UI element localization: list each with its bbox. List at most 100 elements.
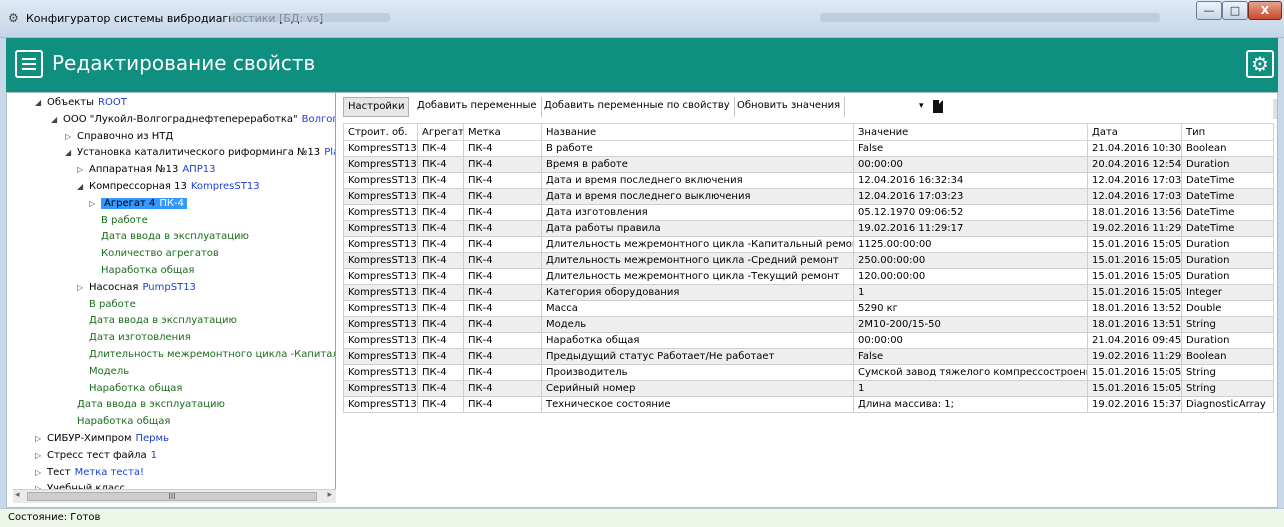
tree-node-content[interactable]: Дата изготовления (89, 332, 191, 343)
table-cell[interactable]: KompresST13 (343, 172, 418, 189)
table-cell[interactable]: Серийный номер (541, 380, 854, 397)
table-cell[interactable]: 21.04.2016 09:45:15 (1087, 332, 1182, 349)
table-cell[interactable]: ПК-4 (417, 252, 464, 269)
table-cell[interactable]: 21.04.2016 10:30:40 (1087, 140, 1182, 157)
tree-node-content[interactable]: Дата ввода в эксплуатацию (77, 399, 225, 410)
table-cell[interactable]: Предыдущий статус Работает/Не работает (541, 348, 854, 365)
table-cell[interactable]: Дата изготовления (541, 204, 854, 221)
table-cell[interactable]: ПК-4 (463, 284, 542, 301)
table-cell[interactable]: KompresST13 (343, 268, 418, 285)
scroll-right-arrow-icon[interactable]: ▸ (327, 490, 332, 500)
expand-arrow-icon[interactable]: ◢ (77, 179, 89, 195)
scroll-left-arrow-icon[interactable]: ◂ (15, 490, 20, 500)
table-cell[interactable]: ПК-4 (463, 380, 542, 397)
tree-node-content[interactable]: Компрессорная 13 KompresST13 (89, 181, 260, 192)
column-header[interactable]: Агрегат (417, 123, 464, 141)
expand-arrow-icon[interactable]: ▷ (77, 162, 89, 178)
table-cell[interactable]: ПК-4 (463, 300, 542, 317)
table-cell[interactable]: KompresST13 (343, 204, 418, 221)
expand-arrow-icon[interactable]: ▷ (35, 431, 47, 447)
table-cell[interactable]: Длительность межремонтного цикла -Капита… (541, 236, 854, 253)
table-row[interactable]: KompresST13 ПК-4 ПК-4 Техническое состояние… (343, 396, 1274, 413)
hamburger-menu-icon[interactable] (15, 50, 43, 78)
table-cell[interactable]: ПК-4 (463, 220, 542, 237)
table-cell[interactable]: KompresST13 (343, 220, 418, 237)
tree-node-content[interactable]: Агрегат 4 ПК-4 (101, 197, 187, 209)
table-cell[interactable]: ПК-4 (463, 332, 542, 349)
table-cell[interactable]: 15.01.2016 15:05:56 (1087, 236, 1182, 253)
table-cell[interactable]: False (853, 348, 1088, 365)
refresh-values-button[interactable]: Обновить значения (733, 97, 846, 117)
expand-arrow-icon[interactable]: ▷ (65, 129, 77, 145)
tree-node-content[interactable]: Тест Метка теста! (47, 467, 144, 478)
table-cell[interactable]: ПК-4 (463, 140, 542, 157)
expand-arrow-icon[interactable]: ◢ (51, 112, 63, 128)
table-cell[interactable]: ПК-4 (463, 268, 542, 285)
file-icon[interactable] (933, 100, 943, 113)
table-cell[interactable]: 18.01.2016 13:56:31 (1087, 204, 1182, 221)
table-cell[interactable]: ПК-4 (417, 220, 464, 237)
dropdown-arrow-icon[interactable]: ▾ (919, 97, 933, 117)
expand-arrow-icon[interactable]: ▷ (77, 280, 89, 296)
tree-node[interactable]: Дата изготовления (77, 330, 191, 346)
column-header[interactable]: Значение (853, 123, 1088, 141)
table-cell[interactable]: ПК-4 (417, 380, 464, 397)
table-cell[interactable]: 05.12.1970 09:06:52 (853, 204, 1088, 221)
table-cell[interactable]: ПК-4 (463, 316, 542, 333)
table-cell[interactable]: ПК-4 (463, 156, 542, 173)
table-cell[interactable]: ПК-4 (463, 396, 542, 413)
table-row[interactable]: KompresST13 ПК-4 ПК-4 Дата и время последне… (343, 172, 1274, 189)
table-cell[interactable]: 12.04.2016 17:03:23 (1087, 172, 1182, 189)
settings-button[interactable]: Настройки (343, 97, 410, 117)
tree-node-content[interactable]: Длительность межремонтного цикла -Капита… (89, 349, 335, 360)
table-cell[interactable]: Duration (1181, 332, 1274, 349)
tree-node-content[interactable]: ООО "Лукойл-Волгограднефтепереработка" Во… (63, 114, 335, 125)
tree-node-content[interactable]: В работе (89, 299, 136, 310)
object-tree[interactable]: ◢ Объекты ROOT ◢ ООО "Лукойл-Волгограднефтеп… (13, 93, 336, 497)
column-header[interactable]: Название (541, 123, 854, 141)
table-cell[interactable]: Масса (541, 300, 854, 317)
tree-horizontal-scrollbar[interactable]: ◂ III ▸ (13, 489, 336, 503)
expand-arrow-icon[interactable]: ▷ (35, 448, 47, 464)
expand-arrow-icon[interactable]: ◢ (65, 145, 77, 161)
column-header[interactable]: Тип (1181, 123, 1274, 141)
table-cell[interactable]: 1 (853, 284, 1088, 301)
table-row[interactable]: KompresST13 ПК-4 ПК-4 Масса 5290 кг 18.01.201… (343, 300, 1274, 317)
expand-arrow-icon[interactable]: ▷ (35, 465, 47, 481)
table-cell[interactable]: 19.02.2016 11:29:17 (853, 220, 1088, 237)
table-cell[interactable]: KompresST13 (343, 236, 418, 253)
table-cell[interactable]: ПК-4 (417, 396, 464, 413)
table-cell[interactable]: Длительность межремонтного цикла -Текущи… (541, 268, 854, 285)
table-cell[interactable]: ПК-4 (417, 140, 464, 157)
table-cell[interactable]: 2М10-200/15-50 (853, 316, 1088, 333)
table-cell[interactable]: ПК-4 (417, 188, 464, 205)
tree-node-content[interactable]: СИБУР-Химпром Пермь (47, 433, 169, 444)
scrollbar-thumb[interactable]: III (27, 492, 317, 501)
table-cell[interactable]: KompresST13 (343, 348, 418, 365)
minimize-button[interactable]: — (1196, 1, 1222, 20)
table-cell[interactable]: DiagnosticArray (1181, 396, 1274, 413)
tree-node[interactable]: ▷ Агрегат 4 ПК-4 (89, 196, 187, 212)
add-variables-button[interactable]: Добавить переменные (413, 97, 542, 117)
table-cell[interactable]: Duration (1181, 268, 1274, 285)
table-cell[interactable]: KompresST13 (343, 188, 418, 205)
gear-icon[interactable]: ⚙ (1246, 50, 1274, 78)
tree-node-content[interactable]: Установка каталитического риформинга №13… (77, 147, 335, 158)
table-row[interactable]: KompresST13 ПК-4 ПК-4 Дата и время последне… (343, 188, 1274, 205)
table-cell[interactable]: ПК-4 (417, 364, 464, 381)
table-cell[interactable]: 00:00:00 (853, 332, 1088, 349)
table-row[interactable]: KompresST13 ПК-4 ПК-4 Длительность межремон… (343, 268, 1274, 285)
table-cell[interactable]: Boolean (1181, 140, 1274, 157)
table-cell[interactable]: ПК-4 (463, 236, 542, 253)
table-cell[interactable]: Duration (1181, 236, 1274, 253)
table-row[interactable]: KompresST13 ПК-4 ПК-4 Дата работы правила 19… (343, 220, 1274, 237)
tree-node[interactable]: Количество агрегатов (89, 246, 219, 262)
table-cell[interactable]: Duration (1181, 252, 1274, 269)
table-cell[interactable]: ПК-4 (463, 364, 542, 381)
tree-node-content[interactable]: Аппаратная №13 АПР13 (89, 164, 215, 175)
table-cell[interactable]: ПК-4 (463, 188, 542, 205)
grid-vertical-scrollbar[interactable] (1273, 99, 1277, 119)
table-row[interactable]: KompresST13 ПК-4 ПК-4 Модель 2М10-200/15-50 1… (343, 316, 1274, 333)
table-cell[interactable]: Длительность межремонтного цикла -Средни… (541, 252, 854, 269)
table-row[interactable]: KompresST13 ПК-4 ПК-4 Предыдущий статус Раб… (343, 348, 1274, 365)
